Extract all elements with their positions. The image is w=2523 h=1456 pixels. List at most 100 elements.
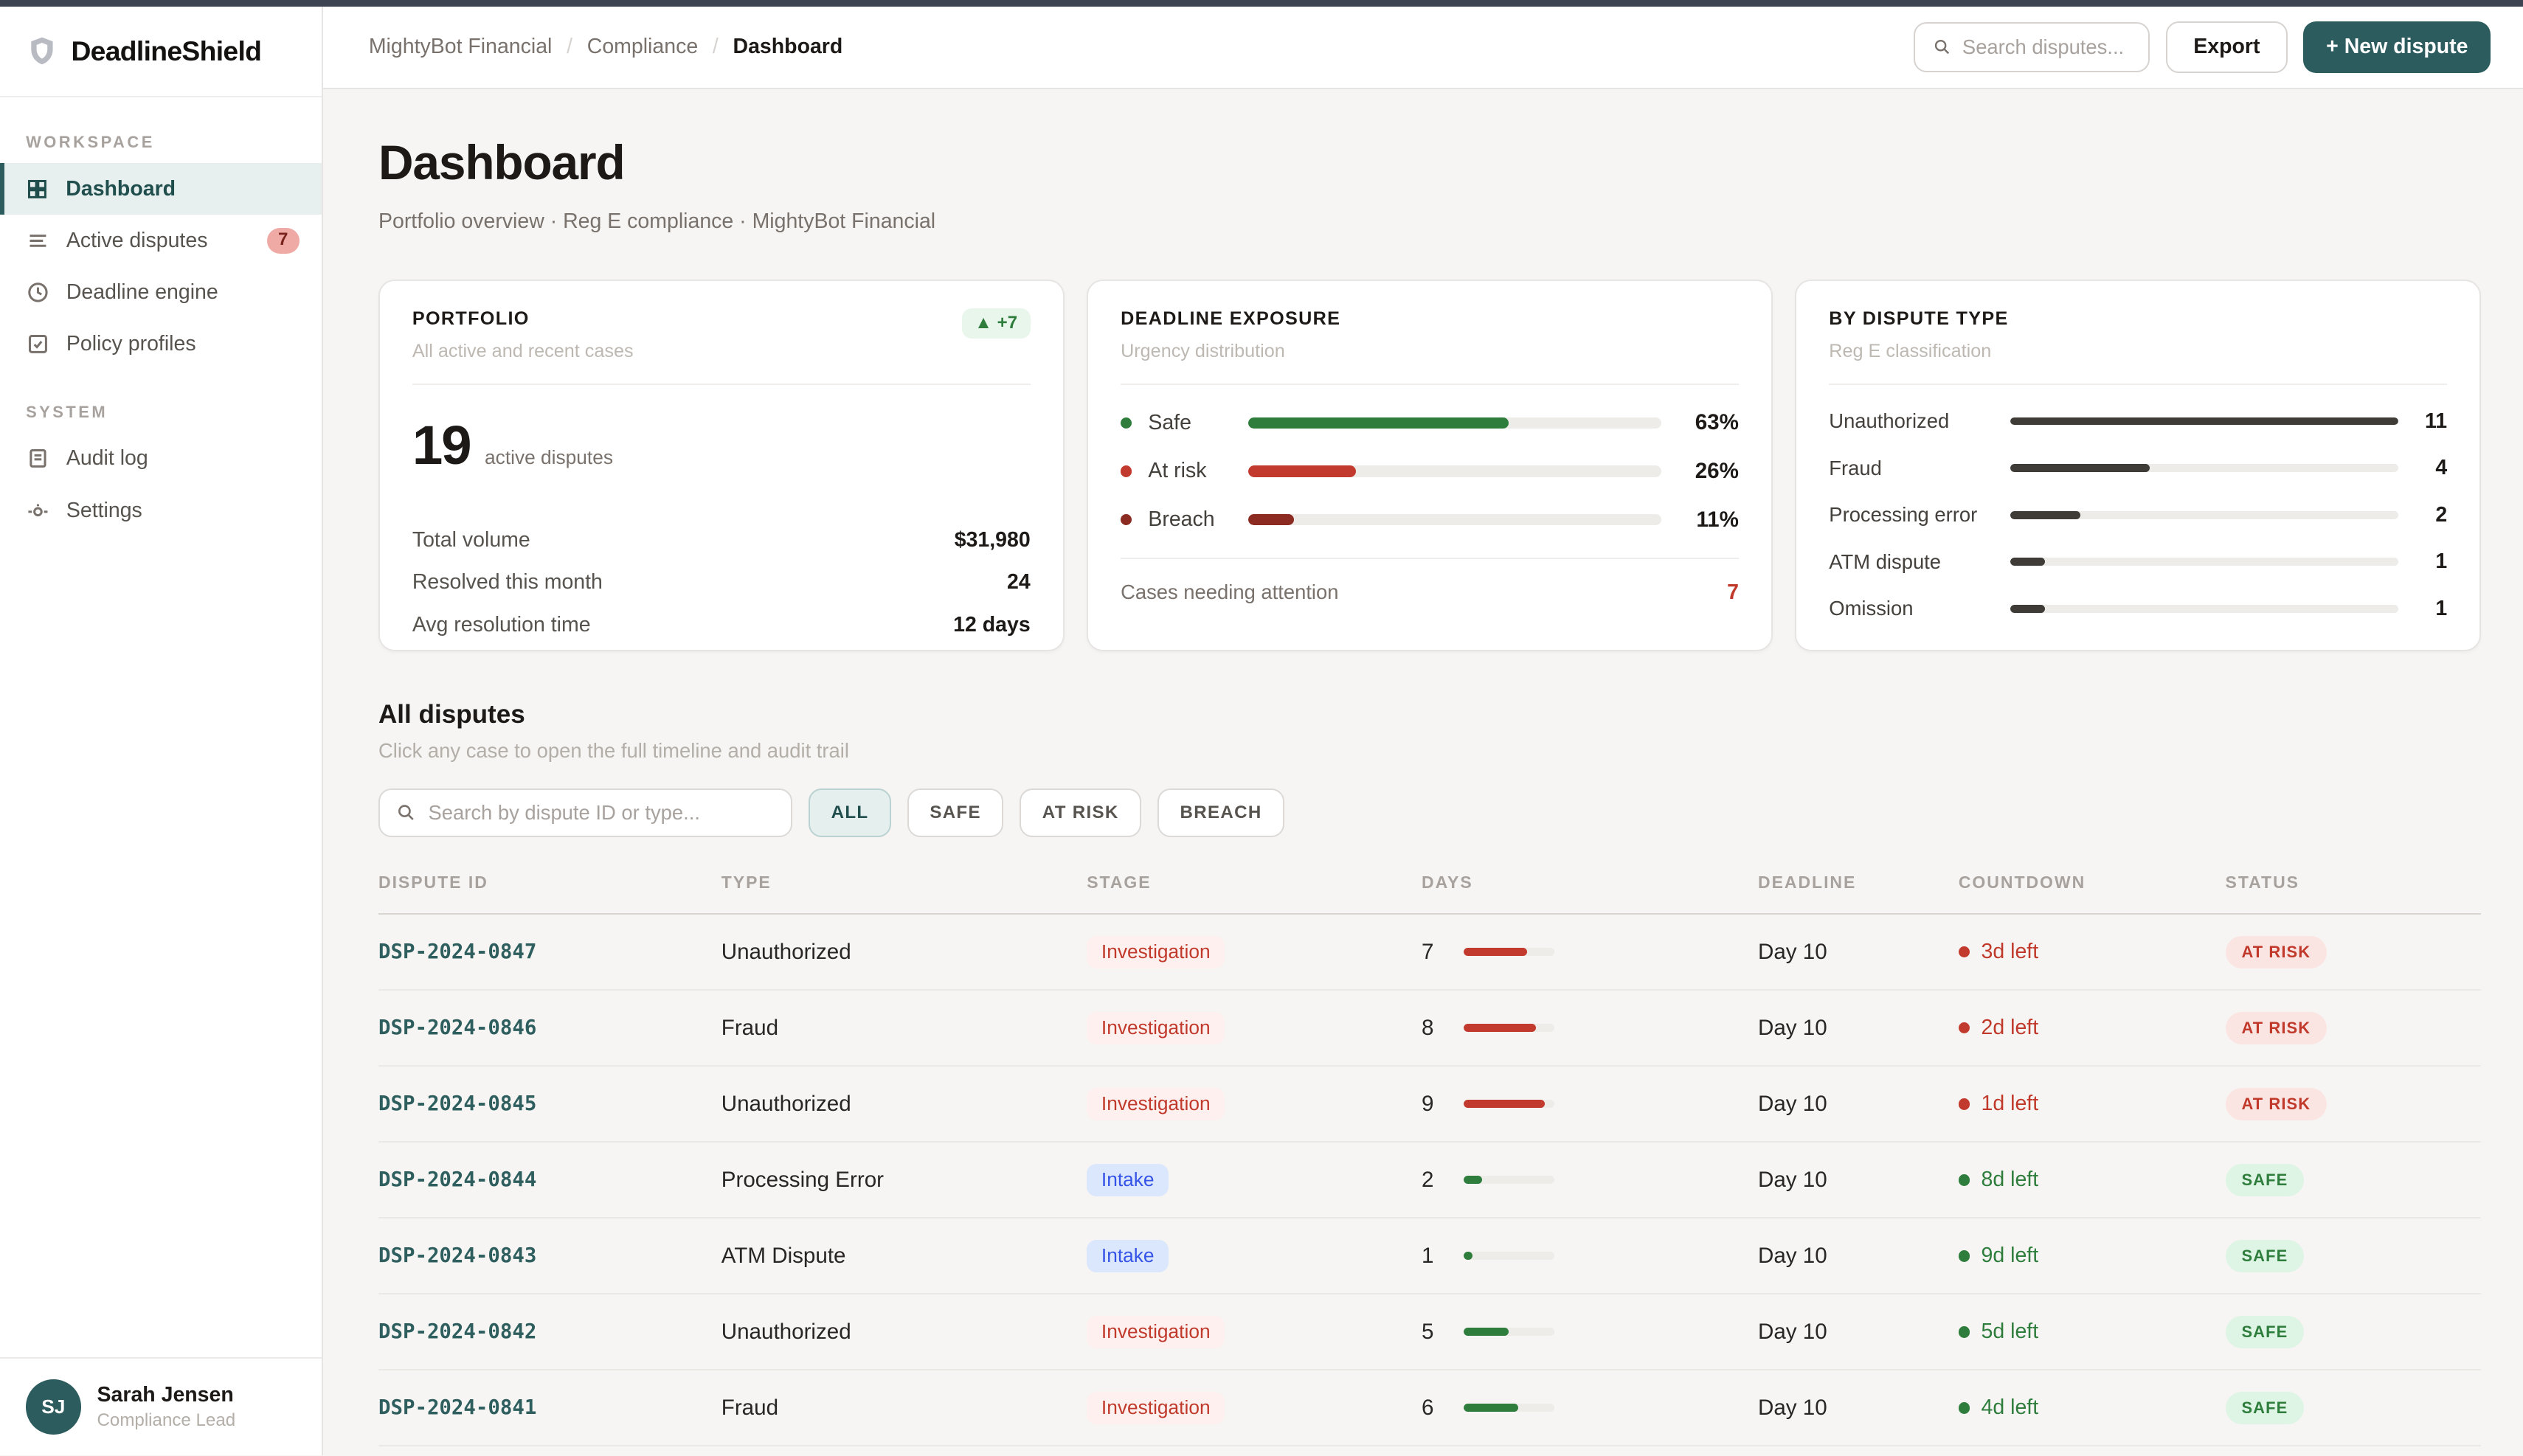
status-badge: SAFE — [2225, 1316, 2305, 1348]
stat-resolved-month: Resolved this month 24 — [412, 570, 1031, 594]
countdown-value: 5d left — [1981, 1320, 2039, 1344]
deadline-value: Day 10 — [1757, 1167, 1827, 1192]
exposure-bar-fill — [1248, 514, 1294, 526]
filter-chip-safe[interactable]: SAFE — [907, 788, 1004, 837]
filter-chip-all[interactable]: ALL — [809, 788, 891, 837]
by-type-card-title: BY DISPUTE TYPE — [1829, 308, 2009, 329]
dispute-type: Unauthorized — [721, 939, 851, 964]
exposure-label: Safe — [1148, 410, 1191, 434]
page-title: Dashboard — [378, 134, 626, 190]
list-icon — [30, 234, 46, 247]
table-row[interactable]: DSP-2024-0841 Fraud Investigation 6 Day … — [378, 1370, 2481, 1447]
sidebar-item-active-disputes[interactable]: Active disputes 7 — [0, 215, 322, 266]
sidebar-item-deadline-engine[interactable]: Deadline engine — [0, 266, 322, 318]
sidebar-item-label: Dashboard — [66, 176, 176, 201]
breadcrumb: MightyBot Financial / Compliance / Dashb… — [369, 35, 842, 59]
deadline-value: Day 10 — [1757, 1243, 1827, 1268]
stage-badge: Investigation — [1087, 1011, 1225, 1044]
status-badge: AT RISK — [2225, 1088, 2328, 1120]
sidebar-item-label: Active disputes — [66, 228, 208, 252]
type-label: Omission — [1829, 597, 1914, 620]
table-row[interactable]: DSP-2024-0844 Processing Error Intake 2 … — [378, 1143, 2481, 1219]
stat-label: Total volume — [412, 528, 530, 552]
days-progress-fill — [1463, 1024, 1537, 1033]
global-search-input[interactable] — [1962, 35, 2131, 59]
countdown-dot-icon — [1958, 1402, 1970, 1414]
table-row[interactable]: DSP-2024-0842 Unauthorized Investigation… — [378, 1294, 2481, 1371]
days-count: 1 — [1422, 1243, 1434, 1268]
type-bar-track — [2010, 558, 2399, 566]
grid-icon — [28, 179, 47, 198]
dispute-id-link[interactable]: DSP-2024-0845 — [378, 1092, 721, 1115]
dispute-id-link[interactable]: DSP-2024-0841 — [378, 1396, 721, 1419]
sidebar-item-audit-log[interactable]: Audit log — [0, 433, 322, 485]
col-header-days: DAYS — [1422, 872, 1473, 892]
filter-chip-breach[interactable]: BREACH — [1157, 788, 1285, 837]
dashboard-content: Dashboard Portfolio overview · Reg E com… — [323, 89, 2523, 1456]
table-row[interactable]: DSP-2024-0843 ATM Dispute Intake 1 Day 1… — [378, 1218, 2481, 1295]
divider — [1829, 383, 2448, 385]
page-subtitle: Portfolio overview · Reg E compliance · … — [378, 209, 936, 234]
days-progress-track — [1463, 1176, 1554, 1185]
exposure-row-breach: Breach 11% — [1121, 507, 1739, 532]
table-row[interactable]: DSP-2024-0846 Fraud Investigation 8 Day … — [378, 991, 2481, 1067]
table-header-row: DISPUTE ID TYPE STAGE DAYS DEADLINE COUN… — [378, 873, 2481, 915]
days-count: 6 — [1422, 1395, 1434, 1420]
dispute-search-input[interactable] — [428, 800, 775, 825]
days-progress-track — [1463, 1404, 1554, 1412]
col-header-dispute-id: DISPUTE ID — [378, 872, 488, 892]
dispute-id-link[interactable]: DSP-2024-0842 — [378, 1320, 721, 1343]
new-dispute-button[interactable]: + New dispute — [2303, 21, 2491, 73]
active-disputes-unit: active disputes — [485, 446, 613, 469]
dispute-id-link[interactable]: DSP-2024-0843 — [378, 1244, 721, 1267]
sidebar-item-settings[interactable]: Settings — [0, 485, 322, 536]
sidebar-item-policy-profiles[interactable]: Policy profiles — [0, 319, 322, 370]
divider — [1121, 383, 1739, 385]
dispute-search[interactable] — [378, 788, 793, 837]
days-progress-track — [1463, 948, 1554, 957]
active-disputes-count-badge: 7 — [266, 227, 300, 254]
stat-value: 12 days — [953, 612, 1031, 637]
sidebar-section-workspace: WORKSPACE — [26, 132, 155, 151]
document-icon — [30, 449, 46, 468]
deadline-exposure-card: DEADLINE EXPOSURE Urgency distribution S… — [1087, 279, 1773, 651]
search-icon — [1935, 40, 1950, 55]
table-row[interactable]: DSP-2024-0847 Unauthorized Investigation… — [378, 915, 2481, 991]
sidebar-nav: WORKSPACE Dashboard Active disputes 7 De… — [0, 97, 322, 1357]
type-row-fraud: Fraud 4 — [1829, 456, 2447, 479]
exposure-row-safe: Safe 63% — [1121, 410, 1739, 434]
stage-badge: Investigation — [1087, 1087, 1225, 1120]
status-badge: AT RISK — [2225, 936, 2328, 968]
app-name: DeadlineShield — [71, 35, 262, 66]
sidebar-item-label: Deadline engine — [66, 280, 218, 304]
top-window-strip — [0, 0, 2523, 7]
exposure-bar-track — [1248, 465, 1661, 477]
dispute-id-link[interactable]: DSP-2024-0847 — [378, 940, 721, 963]
days-count: 9 — [1422, 1091, 1434, 1116]
portfolio-trend-badge: ▲ +7 — [961, 308, 1031, 339]
global-search[interactable] — [1914, 21, 2150, 72]
exposure-bar-track — [1248, 514, 1661, 526]
user-profile[interactable]: SJ Sarah Jensen Compliance Lead — [0, 1356, 322, 1456]
breadcrumb-root[interactable]: MightyBot Financial — [369, 35, 553, 59]
exposure-percent: 26% — [1695, 458, 1739, 483]
export-button[interactable]: Export — [2166, 21, 2288, 73]
settings-commit-icon — [28, 504, 48, 516]
filter-chip-at-risk[interactable]: AT RISK — [1020, 788, 1142, 837]
breadcrumb-section[interactable]: Compliance — [587, 35, 698, 59]
dispute-id-link[interactable]: DSP-2024-0844 — [378, 1168, 721, 1191]
type-bar-track — [2010, 510, 2399, 519]
countdown-dot-icon — [1958, 1326, 1970, 1338]
breadcrumb-separator: / — [567, 35, 573, 59]
type-label: Processing error — [1829, 503, 1978, 527]
divider — [412, 383, 1031, 385]
sidebar-item-dashboard[interactable]: Dashboard — [0, 163, 322, 215]
days-progress-fill — [1463, 1252, 1473, 1261]
countdown-value: 3d left — [1981, 940, 2039, 964]
status-badge: SAFE — [2225, 1392, 2305, 1424]
col-header-type: TYPE — [721, 872, 772, 892]
table-row[interactable]: DSP-2024-0845 Unauthorized Investigation… — [378, 1067, 2481, 1143]
dispute-id-link[interactable]: DSP-2024-0846 — [378, 1016, 721, 1039]
stage-badge: Intake — [1087, 1239, 1169, 1272]
table-row[interactable]: DSP-2024-0840 Unauthorized Extended 23 D… — [378, 1446, 2481, 1455]
